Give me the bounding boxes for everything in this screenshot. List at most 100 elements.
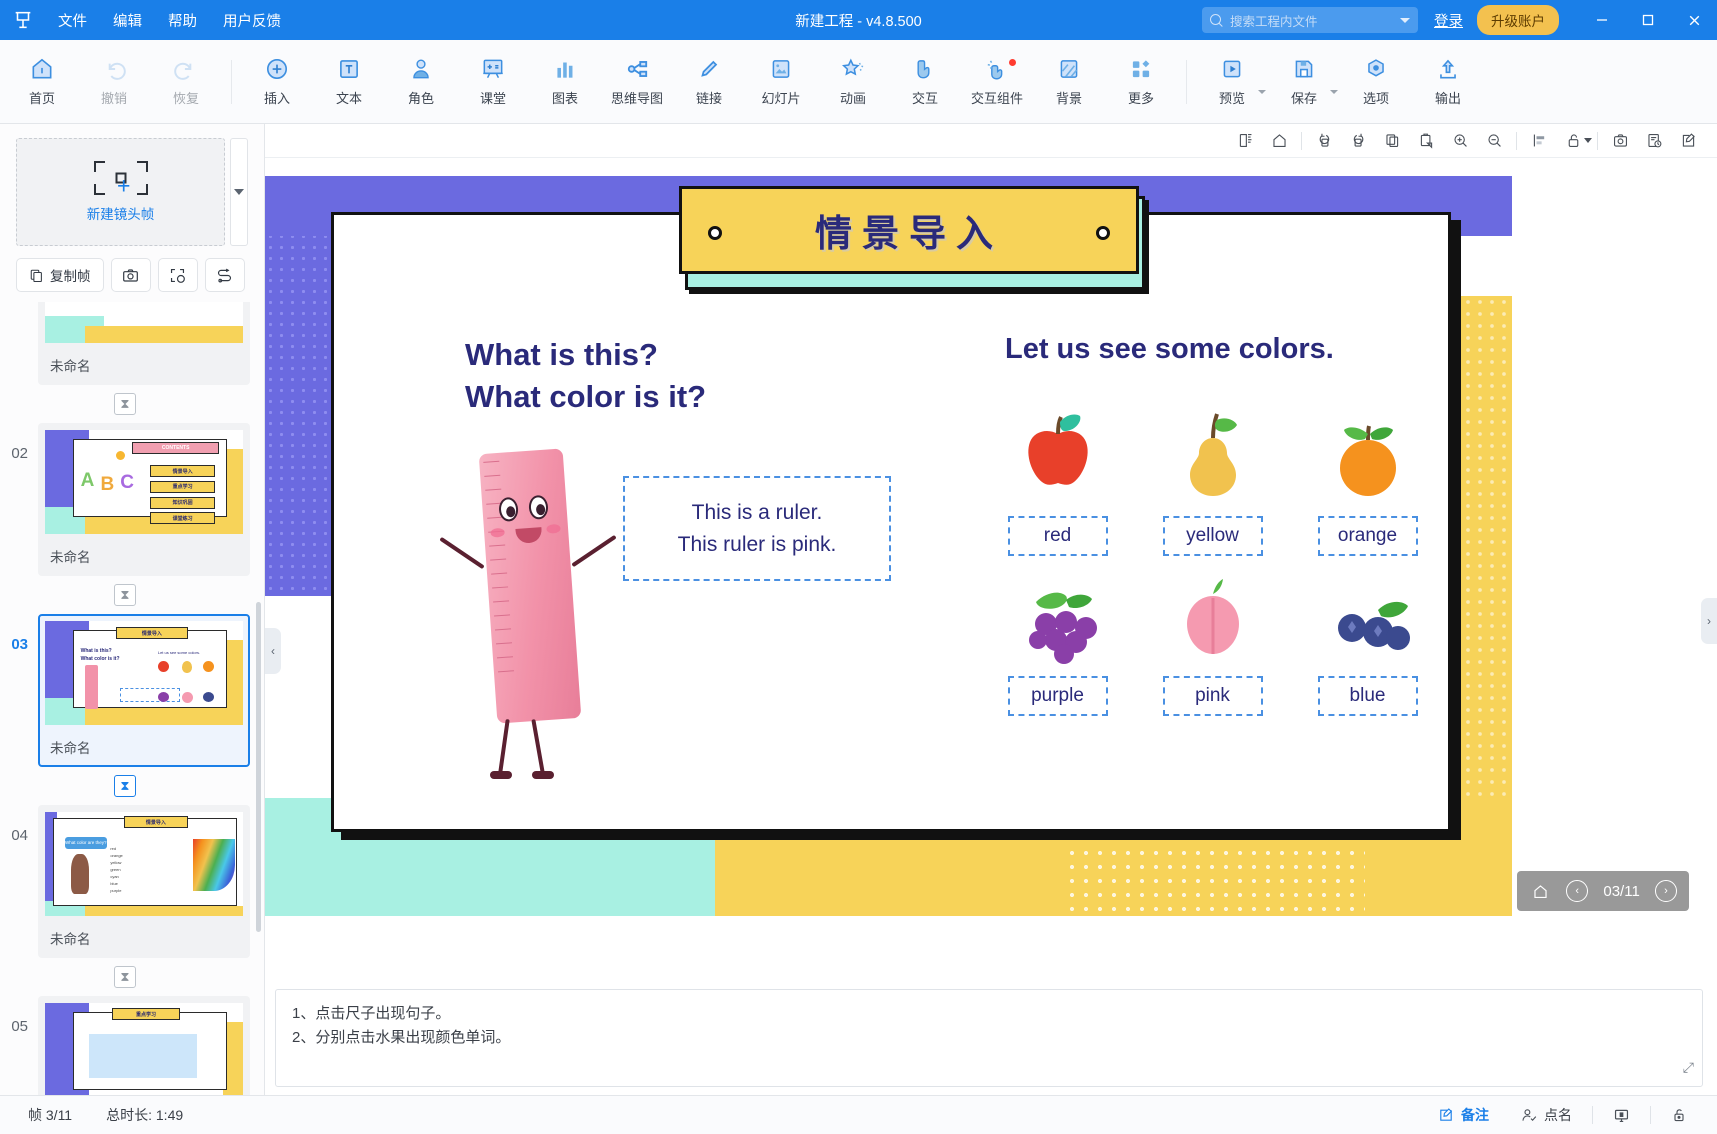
toolbar-background[interactable]: 背景 <box>1033 46 1105 118</box>
page-navigator[interactable]: ‹ 03/11 › <box>1517 871 1689 911</box>
toolbar-character[interactable]: 角色 <box>385 46 457 118</box>
lock-button[interactable] <box>1655 1100 1703 1130</box>
color-label-orange[interactable]: orange <box>1317 516 1418 556</box>
search-input[interactable]: 搜索工程内文件 <box>1202 7 1418 33</box>
copy-icon[interactable] <box>1375 127 1409 155</box>
upgrade-account-button[interactable]: 升级账户 <box>1477 5 1559 35</box>
notes-textarea[interactable]: 1、点击尺子出现句子。 2、分别点击水果出现颜色单词。 ⤢ <box>275 989 1703 1087</box>
frame-name[interactable]: 未命名 <box>40 348 248 383</box>
fruit-cell-grapes[interactable]: purple <box>990 566 1125 716</box>
frame-item-01[interactable]: 01 未命名 <box>0 302 250 385</box>
toolbar-mindmap[interactable]: 思维导图 <box>601 46 673 118</box>
frame-transition-03[interactable]: ⧗ <box>114 775 136 797</box>
color-label-red[interactable]: red <box>1007 516 1108 556</box>
roll-call-button[interactable]: 点名 <box>1505 1100 1588 1130</box>
pear-icon[interactable] <box>1163 406 1263 506</box>
duplicate-frame-button[interactable]: 复制帧 <box>16 258 104 292</box>
preview-caret-icon[interactable] <box>1258 89 1266 94</box>
lock-dropdown-icon[interactable] <box>1584 138 1592 143</box>
zoom-in-icon[interactable] <box>1443 127 1477 155</box>
zoom-out-icon[interactable] <box>1477 127 1511 155</box>
menu-file[interactable]: 文件 <box>46 5 99 36</box>
camera-button[interactable] <box>110 258 151 292</box>
notes-toggle-button[interactable]: 备注 <box>1422 1100 1505 1130</box>
frame-transition-04[interactable]: ⧗ <box>114 966 136 988</box>
frame-item-04[interactable]: 04 情景导入 What color are they? red orange ye… <box>0 805 250 958</box>
color-label-blue[interactable]: blue <box>1317 676 1418 716</box>
search-dropdown-icon[interactable] <box>1400 17 1410 23</box>
ruler-guides-icon[interactable] <box>1228 127 1262 155</box>
sentence-textbox[interactable]: This is a ruler. This ruler is pink. <box>623 476 891 581</box>
frame-item-03[interactable]: 03 情景导入 What is this? What color is it? L… <box>0 614 250 767</box>
login-link[interactable]: 登录 <box>1434 10 1463 31</box>
paste-icon[interactable] <box>1409 127 1443 155</box>
frame-card[interactable]: 情景导入 What is this? What color is it? Let … <box>38 614 250 767</box>
question-text[interactable]: What is this? What color is it? <box>465 334 706 418</box>
fruit-cell-apple[interactable]: red <box>990 406 1125 556</box>
minimize-icon[interactable] <box>1579 0 1625 40</box>
color-label-purple[interactable]: purple <box>1007 676 1108 716</box>
frames-list[interactable]: 01 未命名 ⧗ 02 <box>0 302 264 1095</box>
frame-card[interactable]: 重点学习 未命名 <box>38 996 250 1095</box>
frame-item-02[interactable]: 02 CONTENTS 情景导入 重点学习 知识巩固 课堂练习 A B C 未命… <box>0 423 250 576</box>
frame-name[interactable]: 未命名 <box>40 921 248 956</box>
color-label-pink[interactable]: pink <box>1162 676 1263 716</box>
menu-edit[interactable]: 编辑 <box>101 5 154 36</box>
home-icon[interactable] <box>1529 880 1551 902</box>
fruit-cell-peach[interactable]: pink <box>1145 566 1280 716</box>
close-icon[interactable] <box>1671 0 1717 40</box>
toolbar-redo[interactable]: 恢复 <box>150 46 222 118</box>
toolbar-text[interactable]: 文本 <box>313 46 385 118</box>
grapes-icon[interactable] <box>1008 566 1108 666</box>
menu-help[interactable]: 帮助 <box>156 5 209 36</box>
toolbar-interaction-component[interactable]: 交互组件 <box>961 46 1033 118</box>
fruit-cell-orange[interactable]: orange <box>1300 406 1435 556</box>
frame-transition-02[interactable]: ⧗ <box>114 584 136 606</box>
fruit-cell-blueberries[interactable]: blue <box>1300 566 1435 716</box>
app-logo-icon[interactable] <box>0 9 46 31</box>
toolbar-preview[interactable]: 预览 <box>1196 46 1268 118</box>
pink-ruler-character[interactable] <box>439 441 640 781</box>
maximize-icon[interactable] <box>1625 0 1671 40</box>
toolbar-classroom[interactable]: 课堂 <box>457 46 529 118</box>
screenshot-icon[interactable] <box>1603 127 1637 155</box>
toolbar-undo[interactable]: 撤销 <box>78 46 150 118</box>
right-heading[interactable]: Let us see some colors. <box>1005 333 1334 366</box>
collapse-left-panel-button[interactable]: ‹ <box>265 628 281 674</box>
new-frame-dropdown[interactable] <box>230 138 248 246</box>
resize-handle-icon[interactable]: ⤢ <box>1683 1056 1694 1078</box>
frame-transition-01[interactable]: ⧗ <box>114 393 136 415</box>
edit-note-icon[interactable] <box>1671 127 1705 155</box>
toolbar-interaction[interactable]: 交互 <box>889 46 961 118</box>
apple-icon[interactable] <box>1008 406 1108 506</box>
slide-banner[interactable]: 情景导入 <box>679 186 1139 274</box>
frames-scrollbar[interactable] <box>256 602 261 932</box>
frame-card[interactable]: 情景导入 What color are they? red orange yello… <box>38 805 250 958</box>
frame-card[interactable]: 未命名 <box>38 302 250 385</box>
save-caret-icon[interactable] <box>1330 89 1338 94</box>
frame-card[interactable]: CONTENTS 情景导入 重点学习 知识巩固 课堂练习 A B C 未命名 <box>38 423 250 576</box>
rotate-left-icon[interactable] <box>1307 127 1341 155</box>
timeline-icon[interactable] <box>1637 127 1671 155</box>
toolbar-slide[interactable]: 幻灯片 <box>745 46 817 118</box>
slide-canvas[interactable]: 情景导入 What is this? What color is it? Let… <box>265 176 1512 916</box>
frame-name[interactable]: 未命名 <box>40 730 248 765</box>
new-frame-button[interactable]: + 新建镜头帧 <box>16 138 225 246</box>
collapse-right-panel-button[interactable]: › <box>1701 598 1717 644</box>
frame-item-05[interactable]: 05 重点学习 未命名 <box>0 996 250 1095</box>
rotate-right-icon[interactable] <box>1341 127 1375 155</box>
toolbar-export[interactable]: 输出 <box>1412 46 1484 118</box>
menu-feedback[interactable]: 用户反馈 <box>211 5 293 36</box>
toolbar-animation[interactable]: 动画 <box>817 46 889 118</box>
color-label-yellow[interactable]: yellow <box>1162 516 1263 556</box>
home-shape-icon[interactable] <box>1262 127 1296 155</box>
toolbar-more[interactable]: 更多 <box>1105 46 1177 118</box>
fit-frame-button[interactable] <box>157 258 198 292</box>
toolbar-insert[interactable]: 插入 <box>241 46 313 118</box>
toolbar-options[interactable]: 选项 <box>1340 46 1412 118</box>
blueberries-icon[interactable] <box>1318 566 1418 666</box>
toolbar-save[interactable]: 保存 <box>1268 46 1340 118</box>
prev-arrow-icon[interactable]: ‹ <box>1566 880 1589 902</box>
toolbar-chart[interactable]: 图表 <box>529 46 601 118</box>
frame-name[interactable]: 未命名 <box>40 539 248 574</box>
